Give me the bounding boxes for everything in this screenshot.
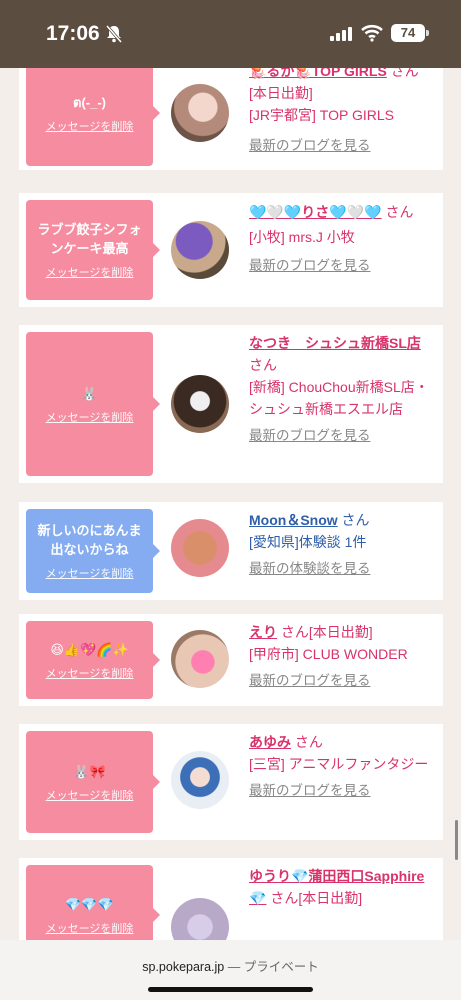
name-suffix: さん[本日出勤] [270,890,363,906]
message-bubble: 😆👍💖🌈✨ メッセージを削除 [26,621,160,699]
list-item: 🐰🎀 メッセージを削除 あゆみ さん [三宮] アニマルファンタジー 最新のブロ… [19,724,443,840]
bell-muted-icon [105,25,123,43]
profile-name-link[interactable]: なつき シュシュ新橋SL店 [249,335,421,351]
shop-detail: [甲府市] CLUB WONDER [249,646,408,662]
name-suffix: さん[本日出勤] [280,624,373,640]
profile-name-link[interactable]: あゆみ [249,734,291,750]
delete-message-link[interactable]: メッセージを削除 [46,565,134,581]
status-time: 17:06 [46,22,100,45]
shop-detail: [三宮] アニマルファンタジー [249,756,429,772]
message-text: 💎💎💎 [65,896,114,912]
profile-name-link[interactable]: えり [249,624,277,640]
shop-detail: [新橋] ChouChou新橋SL店・シュシュ新橋エスエル店 [249,379,429,417]
avatar[interactable] [171,751,229,809]
shop-detail: [JR宇都宮] TOP GIRLS [249,107,394,123]
name-suffix: さん [341,512,370,528]
name-suffix: さん [385,204,414,220]
list-item: ต(-_-) メッセージを削除 🪼るか🪼TOP GIRLS さん[本日出勤] [… [19,68,443,170]
profile-name-link[interactable]: 🩵🤍🩵りさ🩵🤍🩵 [249,204,382,220]
list-item: ラブブ餃子シフォンケーキ最高 メッセージを削除 🩵🤍🩵りさ🩵🤍🩵 さん [小牧]… [19,193,443,307]
status-bar: 17:06 74 [0,0,461,68]
delete-message-link[interactable]: メッセージを削除 [46,409,134,425]
avatar[interactable] [171,519,229,577]
latest-blog-link[interactable]: 最新のブログを見る [249,138,371,153]
message-text: 新しいのにあんま出ないからね [37,523,142,557]
review-detail: [愛知県]体験談 1件 [249,534,367,550]
message-bubble: 新しいのにあんま出ないからね メッセージを削除 [26,509,160,593]
message-bubble: ラブブ餃子シフォンケーキ最高 メッセージを削除 [26,200,160,300]
latest-review-link[interactable]: 最新の体験談を見る [249,561,371,576]
scrollbar[interactable] [455,820,458,860]
name-suffix: さん [249,357,277,373]
name-suffix: さん [294,734,323,750]
avatar[interactable] [171,898,229,940]
list-item: 💎💎💎 メッセージを削除 ゆうり💎蒲田西口Sapphire💎 さん[本日出勤] [19,858,443,940]
message-text: 🐰🎀 [73,763,106,779]
battery-icon: 74 [391,24,429,42]
private-mode-label: — プライベート [227,960,319,974]
avatar[interactable] [171,221,229,279]
list-item: 新しいのにあんま出ないからね メッセージを削除 Moon＆Snow さん [愛知… [19,502,443,600]
latest-blog-link[interactable]: 最新のブログを見る [249,673,371,688]
latest-blog-link[interactable]: 最新のブログを見る [249,428,371,443]
cellular-signal-icon [330,27,352,41]
url-text: sp.pokepara.jp [142,960,225,974]
message-text: 🐰 [81,385,98,401]
avatar[interactable] [171,630,229,688]
message-text: 😆👍💖🌈✨ [50,641,129,657]
message-text: ต(-_-) [73,94,106,110]
delete-message-link[interactable]: メッセージを削除 [46,264,134,280]
list-item: 😆👍💖🌈✨ メッセージを削除 えり さん[本日出勤] [甲府市] CLUB WO… [19,614,443,706]
address-bar[interactable]: sp.pokepara.jp — プライベート [0,956,461,975]
message-bubble: ต(-_-) メッセージを削除 [26,68,160,166]
latest-blog-link[interactable]: 最新のブログを見る [249,258,371,273]
message-bubble: 💎💎💎 メッセージを削除 [26,865,160,940]
profile-name-link[interactable]: Moon＆Snow [249,512,338,528]
delete-message-link[interactable]: メッセージを削除 [46,118,134,134]
message-bubble: 🐰 メッセージを削除 [26,332,160,476]
list-item: 🐰 メッセージを削除 なつき シュシュ新橋SL店 さん [新橋] ChouCho… [19,325,443,483]
message-list: ต(-_-) メッセージを削除 🪼るか🪼TOP GIRLS さん[本日出勤] [… [0,68,461,940]
profile-name-link[interactable]: 🪼るか🪼TOP GIRLS [249,68,387,79]
delete-message-link[interactable]: メッセージを削除 [46,920,134,936]
wifi-icon [361,24,383,42]
browser-bottom-bar: sp.pokepara.jp — プライベート [0,940,461,1000]
avatar[interactable] [171,84,229,142]
delete-message-link[interactable]: メッセージを削除 [46,787,134,803]
message-bubble: 🐰🎀 メッセージを削除 [26,731,160,833]
latest-blog-link[interactable]: 最新のブログを見る [249,783,371,798]
delete-message-link[interactable]: メッセージを削除 [46,665,134,681]
shop-detail: [小牧] mrs.J 小牧 [249,229,355,245]
home-indicator[interactable] [148,987,313,992]
message-text: ラブブ餃子シフォンケーキ最高 [37,222,142,256]
avatar[interactable] [171,375,229,433]
